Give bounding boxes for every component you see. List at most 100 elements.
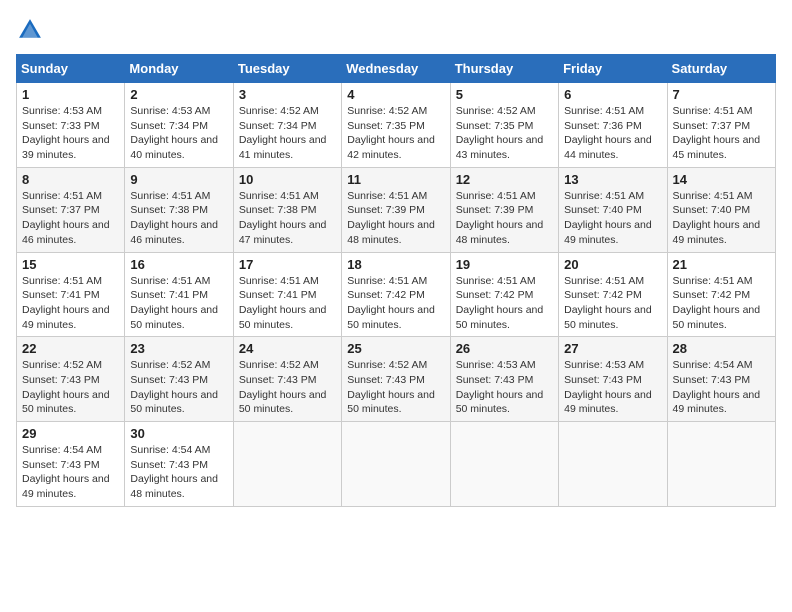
day-number: 24 bbox=[239, 341, 336, 356]
day-number: 23 bbox=[130, 341, 227, 356]
day-info: Sunrise: 4:53 AM Sunset: 7:34 PM Dayligh… bbox=[130, 104, 227, 163]
page-header bbox=[16, 16, 776, 44]
day-number: 2 bbox=[130, 87, 227, 102]
calendar-cell: 21 Sunrise: 4:51 AM Sunset: 7:42 PM Dayl… bbox=[667, 252, 775, 337]
calendar-cell bbox=[233, 422, 341, 507]
calendar-week-row: 29 Sunrise: 4:54 AM Sunset: 7:43 PM Dayl… bbox=[17, 422, 776, 507]
calendar-cell: 10 Sunrise: 4:51 AM Sunset: 7:38 PM Dayl… bbox=[233, 167, 341, 252]
day-info: Sunrise: 4:53 AM Sunset: 7:43 PM Dayligh… bbox=[456, 358, 553, 417]
calendar-cell bbox=[342, 422, 450, 507]
day-info: Sunrise: 4:51 AM Sunset: 7:40 PM Dayligh… bbox=[564, 189, 661, 248]
day-info: Sunrise: 4:52 AM Sunset: 7:35 PM Dayligh… bbox=[347, 104, 444, 163]
day-info: Sunrise: 4:51 AM Sunset: 7:42 PM Dayligh… bbox=[564, 274, 661, 333]
calendar-cell: 1 Sunrise: 4:53 AM Sunset: 7:33 PM Dayli… bbox=[17, 83, 125, 168]
day-number: 5 bbox=[456, 87, 553, 102]
calendar-cell: 22 Sunrise: 4:52 AM Sunset: 7:43 PM Dayl… bbox=[17, 337, 125, 422]
weekday-header: Monday bbox=[125, 55, 233, 83]
calendar-cell: 3 Sunrise: 4:52 AM Sunset: 7:34 PM Dayli… bbox=[233, 83, 341, 168]
calendar-cell: 13 Sunrise: 4:51 AM Sunset: 7:40 PM Dayl… bbox=[559, 167, 667, 252]
day-number: 28 bbox=[673, 341, 770, 356]
calendar-cell: 19 Sunrise: 4:51 AM Sunset: 7:42 PM Dayl… bbox=[450, 252, 558, 337]
day-number: 21 bbox=[673, 257, 770, 272]
day-number: 17 bbox=[239, 257, 336, 272]
calendar-week-row: 8 Sunrise: 4:51 AM Sunset: 7:37 PM Dayli… bbox=[17, 167, 776, 252]
day-number: 14 bbox=[673, 172, 770, 187]
day-number: 26 bbox=[456, 341, 553, 356]
weekday-header: Wednesday bbox=[342, 55, 450, 83]
day-info: Sunrise: 4:52 AM Sunset: 7:34 PM Dayligh… bbox=[239, 104, 336, 163]
day-info: Sunrise: 4:51 AM Sunset: 7:41 PM Dayligh… bbox=[239, 274, 336, 333]
calendar-cell: 4 Sunrise: 4:52 AM Sunset: 7:35 PM Dayli… bbox=[342, 83, 450, 168]
day-number: 4 bbox=[347, 87, 444, 102]
calendar-cell: 29 Sunrise: 4:54 AM Sunset: 7:43 PM Dayl… bbox=[17, 422, 125, 507]
calendar-cell: 9 Sunrise: 4:51 AM Sunset: 7:38 PM Dayli… bbox=[125, 167, 233, 252]
day-info: Sunrise: 4:52 AM Sunset: 7:43 PM Dayligh… bbox=[239, 358, 336, 417]
calendar-cell: 5 Sunrise: 4:52 AM Sunset: 7:35 PM Dayli… bbox=[450, 83, 558, 168]
calendar-table: SundayMondayTuesdayWednesdayThursdayFrid… bbox=[16, 54, 776, 507]
day-number: 7 bbox=[673, 87, 770, 102]
calendar-cell bbox=[559, 422, 667, 507]
calendar-cell bbox=[667, 422, 775, 507]
day-info: Sunrise: 4:51 AM Sunset: 7:42 PM Dayligh… bbox=[456, 274, 553, 333]
calendar-cell bbox=[450, 422, 558, 507]
day-info: Sunrise: 4:51 AM Sunset: 7:38 PM Dayligh… bbox=[239, 189, 336, 248]
logo-icon bbox=[16, 16, 44, 44]
day-info: Sunrise: 4:51 AM Sunset: 7:36 PM Dayligh… bbox=[564, 104, 661, 163]
calendar-cell: 16 Sunrise: 4:51 AM Sunset: 7:41 PM Dayl… bbox=[125, 252, 233, 337]
calendar-cell: 2 Sunrise: 4:53 AM Sunset: 7:34 PM Dayli… bbox=[125, 83, 233, 168]
calendar-cell: 28 Sunrise: 4:54 AM Sunset: 7:43 PM Dayl… bbox=[667, 337, 775, 422]
day-number: 22 bbox=[22, 341, 119, 356]
calendar-cell: 17 Sunrise: 4:51 AM Sunset: 7:41 PM Dayl… bbox=[233, 252, 341, 337]
day-number: 8 bbox=[22, 172, 119, 187]
day-number: 12 bbox=[456, 172, 553, 187]
weekday-header: Tuesday bbox=[233, 55, 341, 83]
calendar-cell: 15 Sunrise: 4:51 AM Sunset: 7:41 PM Dayl… bbox=[17, 252, 125, 337]
day-info: Sunrise: 4:52 AM Sunset: 7:35 PM Dayligh… bbox=[456, 104, 553, 163]
weekday-header: Thursday bbox=[450, 55, 558, 83]
weekday-header: Sunday bbox=[17, 55, 125, 83]
calendar-week-row: 1 Sunrise: 4:53 AM Sunset: 7:33 PM Dayli… bbox=[17, 83, 776, 168]
day-info: Sunrise: 4:54 AM Sunset: 7:43 PM Dayligh… bbox=[673, 358, 770, 417]
day-info: Sunrise: 4:51 AM Sunset: 7:37 PM Dayligh… bbox=[22, 189, 119, 248]
weekday-header: Saturday bbox=[667, 55, 775, 83]
day-number: 13 bbox=[564, 172, 661, 187]
calendar-cell: 20 Sunrise: 4:51 AM Sunset: 7:42 PM Dayl… bbox=[559, 252, 667, 337]
day-number: 10 bbox=[239, 172, 336, 187]
day-info: Sunrise: 4:51 AM Sunset: 7:39 PM Dayligh… bbox=[347, 189, 444, 248]
day-number: 20 bbox=[564, 257, 661, 272]
day-number: 25 bbox=[347, 341, 444, 356]
calendar-week-row: 22 Sunrise: 4:52 AM Sunset: 7:43 PM Dayl… bbox=[17, 337, 776, 422]
calendar-cell: 11 Sunrise: 4:51 AM Sunset: 7:39 PM Dayl… bbox=[342, 167, 450, 252]
day-number: 3 bbox=[239, 87, 336, 102]
day-number: 9 bbox=[130, 172, 227, 187]
calendar-cell: 18 Sunrise: 4:51 AM Sunset: 7:42 PM Dayl… bbox=[342, 252, 450, 337]
calendar-cell: 30 Sunrise: 4:54 AM Sunset: 7:43 PM Dayl… bbox=[125, 422, 233, 507]
day-number: 18 bbox=[347, 257, 444, 272]
day-info: Sunrise: 4:51 AM Sunset: 7:41 PM Dayligh… bbox=[22, 274, 119, 333]
day-number: 27 bbox=[564, 341, 661, 356]
calendar-cell: 27 Sunrise: 4:53 AM Sunset: 7:43 PM Dayl… bbox=[559, 337, 667, 422]
calendar-cell: 25 Sunrise: 4:52 AM Sunset: 7:43 PM Dayl… bbox=[342, 337, 450, 422]
calendar-cell: 26 Sunrise: 4:53 AM Sunset: 7:43 PM Dayl… bbox=[450, 337, 558, 422]
day-info: Sunrise: 4:51 AM Sunset: 7:41 PM Dayligh… bbox=[130, 274, 227, 333]
day-info: Sunrise: 4:51 AM Sunset: 7:40 PM Dayligh… bbox=[673, 189, 770, 248]
day-number: 1 bbox=[22, 87, 119, 102]
calendar-cell: 23 Sunrise: 4:52 AM Sunset: 7:43 PM Dayl… bbox=[125, 337, 233, 422]
calendar-cell: 8 Sunrise: 4:51 AM Sunset: 7:37 PM Dayli… bbox=[17, 167, 125, 252]
day-number: 6 bbox=[564, 87, 661, 102]
weekday-header: Friday bbox=[559, 55, 667, 83]
day-info: Sunrise: 4:51 AM Sunset: 7:42 PM Dayligh… bbox=[673, 274, 770, 333]
day-info: Sunrise: 4:54 AM Sunset: 7:43 PM Dayligh… bbox=[130, 443, 227, 502]
day-info: Sunrise: 4:51 AM Sunset: 7:37 PM Dayligh… bbox=[673, 104, 770, 163]
calendar-week-row: 15 Sunrise: 4:51 AM Sunset: 7:41 PM Dayl… bbox=[17, 252, 776, 337]
day-number: 11 bbox=[347, 172, 444, 187]
day-info: Sunrise: 4:51 AM Sunset: 7:38 PM Dayligh… bbox=[130, 189, 227, 248]
day-info: Sunrise: 4:52 AM Sunset: 7:43 PM Dayligh… bbox=[347, 358, 444, 417]
day-info: Sunrise: 4:52 AM Sunset: 7:43 PM Dayligh… bbox=[22, 358, 119, 417]
day-number: 30 bbox=[130, 426, 227, 441]
day-number: 16 bbox=[130, 257, 227, 272]
day-info: Sunrise: 4:54 AM Sunset: 7:43 PM Dayligh… bbox=[22, 443, 119, 502]
day-info: Sunrise: 4:53 AM Sunset: 7:33 PM Dayligh… bbox=[22, 104, 119, 163]
day-number: 29 bbox=[22, 426, 119, 441]
day-info: Sunrise: 4:53 AM Sunset: 7:43 PM Dayligh… bbox=[564, 358, 661, 417]
